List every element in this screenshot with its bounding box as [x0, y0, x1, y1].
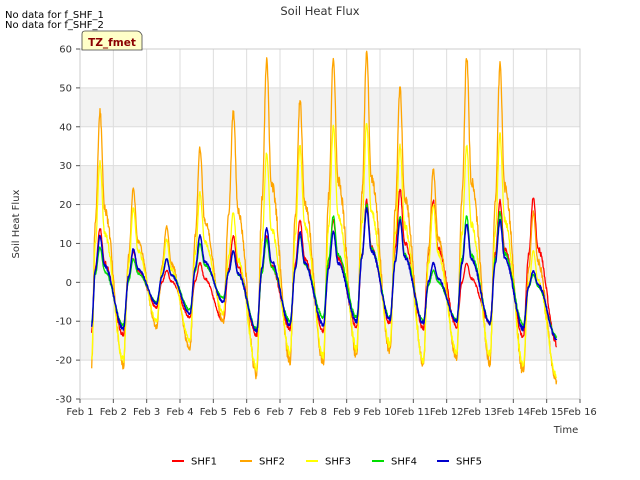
- x-tick-label: Feb 8: [300, 407, 327, 418]
- x-tick-label: Feb 1: [66, 407, 93, 418]
- legend-label-shf2: SHF2: [259, 457, 285, 468]
- x-tick-label: Feb 2: [100, 407, 127, 418]
- tz-badge: TZ_fmet: [81, 30, 143, 51]
- grid-band: [80, 87, 580, 127]
- y-tick-label: 30: [59, 161, 72, 172]
- x-tick-label: Feb 13: [463, 407, 497, 418]
- y-tick-label: 50: [59, 83, 72, 94]
- y-tick-label: 40: [59, 122, 72, 133]
- x-tick-label: Feb 14: [497, 407, 531, 418]
- x-tick-label: Feb 12: [430, 407, 464, 418]
- x-tick-label: Feb 3: [133, 407, 160, 418]
- y-tick-label: 0: [66, 278, 72, 289]
- x-axis-label: Time: [553, 425, 578, 436]
- y-axis-ticks: -30 -20 -10 0 10 20 30 40 50 60: [56, 45, 80, 406]
- y-tick-label: 60: [59, 45, 72, 56]
- legend: SHF1 SHF2 SHF3 SHF4 SHF5: [172, 457, 482, 468]
- soil-heat-flux-chart: Feb 1 Feb 2 Feb 3 Feb 4 Feb 5 Feb 6 Feb 7 Feb 8…: [5, 4, 597, 468]
- y-axis-label: Soil Heat Flux: [11, 189, 22, 258]
- legend-label-shf5: SHF5: [456, 457, 482, 468]
- y-tick-label: 10: [59, 239, 72, 250]
- legend-label-shf3: SHF3: [325, 457, 351, 468]
- x-tick-label: Feb 10: [363, 407, 397, 418]
- tz-badge-label: TZ_fmet: [88, 37, 136, 49]
- x-tick-label: Feb 15: [530, 407, 564, 418]
- legend-label-shf4: SHF4: [391, 457, 417, 468]
- x-tick-label: Feb 6: [233, 407, 260, 418]
- x-tick-label: Feb 7: [266, 407, 293, 418]
- x-tick-label: Feb 16: [563, 407, 597, 418]
- y-tick-label: -10: [56, 317, 72, 328]
- x-tick-label: Feb 9: [333, 407, 360, 418]
- x-tick-label: Feb 4: [166, 407, 193, 418]
- chart-title: Soil Heat Flux: [280, 4, 359, 18]
- x-tick-label: Feb 11: [397, 407, 431, 418]
- x-tick-label: Feb 5: [200, 407, 227, 418]
- legend-label-shf1: SHF1: [191, 457, 217, 468]
- x-axis-ticks: Feb 1 Feb 2 Feb 3 Feb 4 Feb 5 Feb 6 Feb 7 Feb 8…: [66, 399, 597, 418]
- grid-band: [80, 321, 580, 361]
- y-tick-label: 20: [59, 200, 72, 211]
- y-tick-label: -20: [56, 356, 72, 367]
- no-data-note-2: No data for f_SHF_2: [5, 20, 104, 31]
- y-tick-label: -30: [56, 395, 72, 406]
